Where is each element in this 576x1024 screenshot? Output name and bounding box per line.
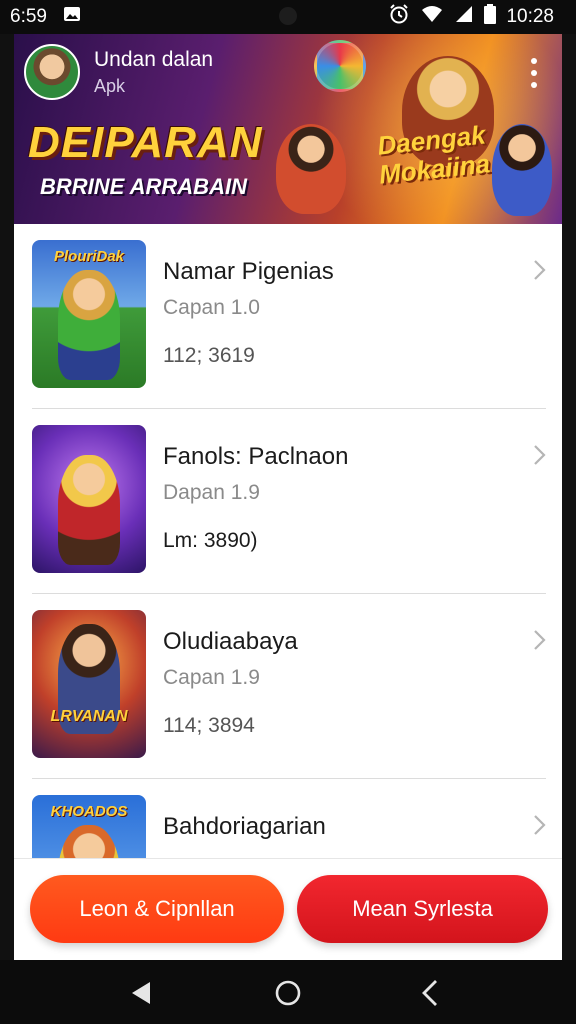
home-circle-icon[interactable] xyxy=(271,976,305,1010)
chevron-right-icon[interactable] xyxy=(527,813,551,837)
chevron-right-icon[interactable] xyxy=(527,258,551,282)
app-avatar[interactable] xyxy=(24,44,80,100)
list-item[interactable]: KHOADOS Bahdoriagarian xyxy=(14,779,562,858)
thumb-label: PlouriDak xyxy=(53,248,125,265)
item-thumbnail: KHOADOS xyxy=(32,795,146,858)
hero-character-left xyxy=(276,124,346,214)
item-version: Capan 1.0 xyxy=(163,296,260,319)
banner-headline: DEIPARAN xyxy=(28,118,263,167)
item-size: 112; 3619 xyxy=(163,344,255,367)
system-nav-bar xyxy=(0,960,576,1024)
chevron-left-icon[interactable] xyxy=(414,976,448,1010)
app-title: Undan dalan xyxy=(94,48,214,71)
item-title: Fanols: Paclnaon xyxy=(163,443,349,470)
item-thumbnail xyxy=(32,425,146,573)
item-size: Lm: 3890) xyxy=(163,529,258,552)
orb-icon xyxy=(314,40,366,92)
item-title: Bahdoriagarian xyxy=(163,813,326,840)
item-version: Dapan 1.9 xyxy=(163,481,260,504)
character-figure xyxy=(58,825,120,858)
battery-icon xyxy=(484,4,497,30)
primary-action-button[interactable]: Leon & Cipnllan xyxy=(30,875,284,943)
image-icon xyxy=(63,5,81,29)
phone-device: 6:59 10:28 Undan dalan Apk DEIPARAN BRRI… xyxy=(0,0,576,1024)
front-camera xyxy=(279,7,297,25)
back-triangle-icon[interactable] xyxy=(124,976,158,1010)
item-title: Oludiaabaya xyxy=(163,628,298,655)
secondary-action-button[interactable]: Mean Syrlesta xyxy=(297,875,548,943)
list-item[interactable]: LRVANAN Oludiaabaya Capan 1.9 114; 3894 xyxy=(14,594,562,779)
list-item[interactable]: PlouriDak Namar Pigenias Capan 1.0 112; … xyxy=(14,224,562,409)
item-thumbnail: LRVANAN xyxy=(32,610,146,758)
menu-dot-icon xyxy=(531,58,537,64)
menu-dot-icon xyxy=(531,82,537,88)
item-size: 114; 3894 xyxy=(163,714,255,737)
signal-icon xyxy=(454,4,474,30)
chevron-right-icon[interactable] xyxy=(527,443,551,467)
alarm-icon xyxy=(388,3,410,31)
status-time: 6:59 xyxy=(10,6,47,27)
character-figure xyxy=(58,455,120,565)
action-bar: Leon & Cipnllan Mean Syrlesta xyxy=(14,858,562,960)
item-thumbnail: PlouriDak xyxy=(32,240,146,388)
menu-dot-icon xyxy=(531,70,537,76)
list-item[interactable]: Fanols: Paclnaon Dapan 1.9 Lm: 3890) xyxy=(14,409,562,594)
chevron-right-icon[interactable] xyxy=(527,628,551,652)
banner-tagline: BRRINE ARRABAIN xyxy=(40,174,247,199)
overflow-menu-button[interactable] xyxy=(524,56,544,90)
banner-header: Undan dalan Apk DEIPARAN BRRINE ARRABAIN… xyxy=(14,34,562,224)
thumb-label: LRVANAN xyxy=(50,708,128,725)
app-list: PlouriDak Namar Pigenias Capan 1.0 112; … xyxy=(14,224,562,858)
wifi-icon xyxy=(420,4,444,30)
character-figure xyxy=(58,270,120,380)
app-screen: Undan dalan Apk DEIPARAN BRRINE ARRABAIN… xyxy=(14,34,562,960)
status-clock: 10:28 xyxy=(506,6,554,27)
item-title: Namar Pigenias xyxy=(163,258,334,285)
app-subtitle: Apk xyxy=(94,76,126,96)
thumb-label: KHOADOS xyxy=(50,803,128,820)
item-version: Capan 1.9 xyxy=(163,666,260,689)
status-bar: 6:59 10:28 xyxy=(0,0,576,34)
